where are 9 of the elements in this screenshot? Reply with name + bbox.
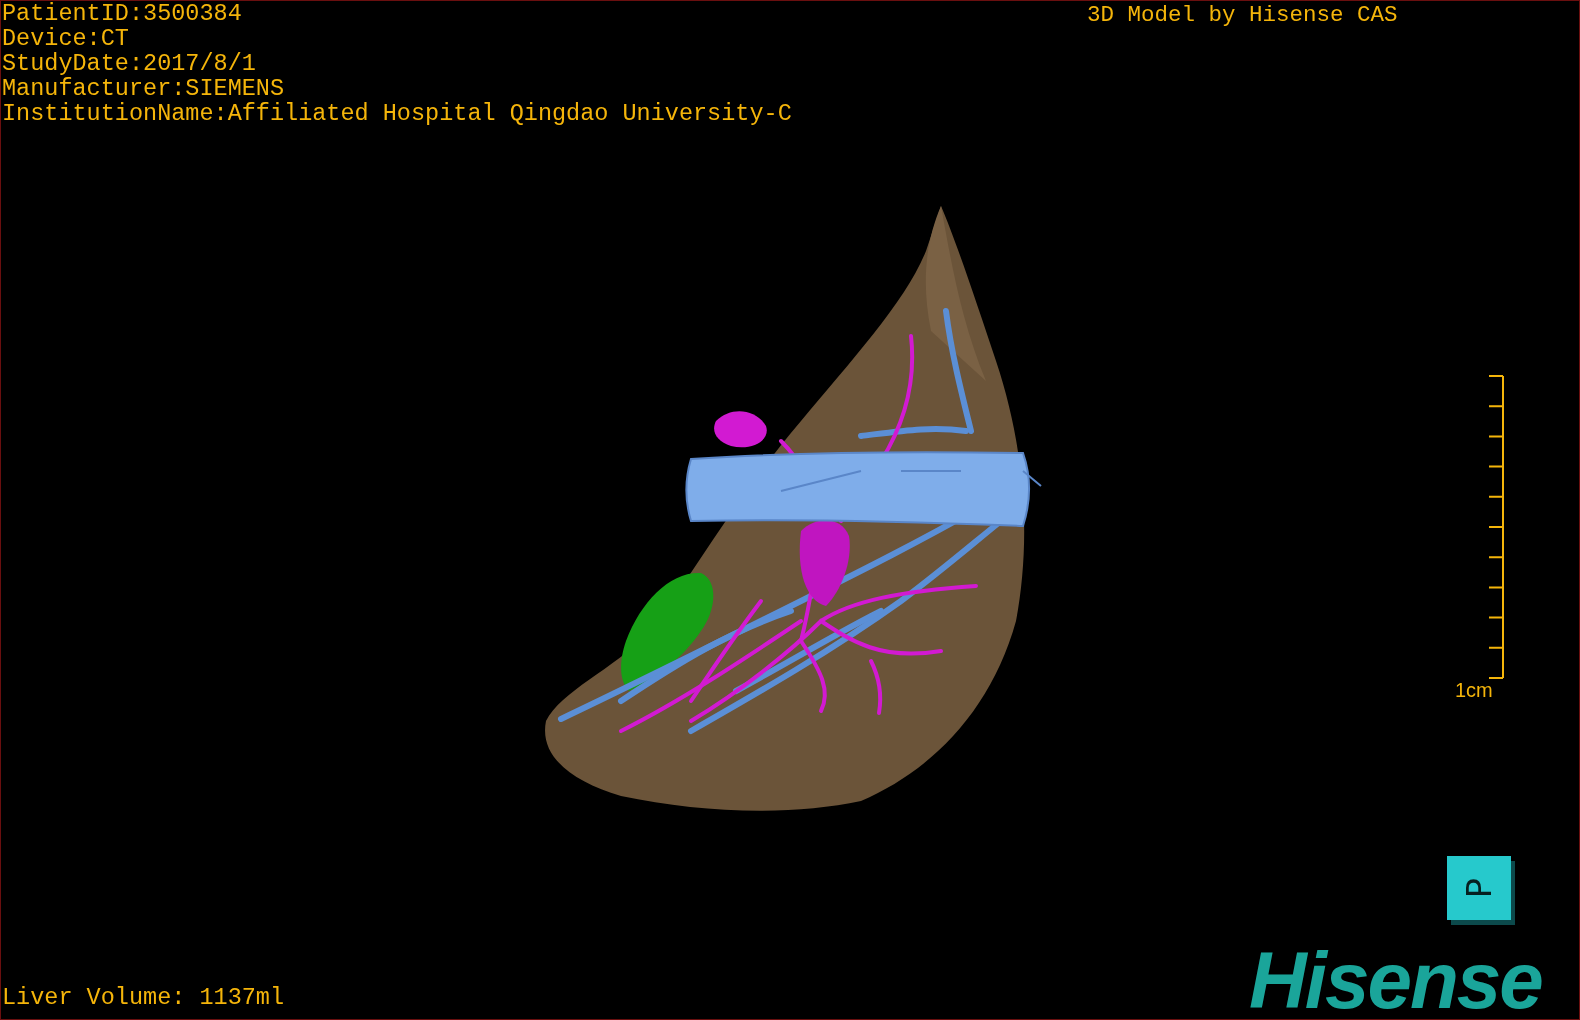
volume-text: Liver Volume: 1137ml bbox=[2, 985, 285, 1010]
brand-logo: Hisense bbox=[1249, 939, 1542, 1019]
study-info-text: PatientID:3500384 bbox=[2, 1, 242, 26]
scale-label: 1cm bbox=[1455, 679, 1493, 701]
study-info-text: Device:CT bbox=[2, 26, 129, 51]
study-info-text: StudyDate:2017/8/1 bbox=[2, 51, 256, 76]
credit-text: 3D Model by Hisense CAS bbox=[1087, 3, 1398, 28]
study-info-text: Manufacturer:SIEMENS bbox=[2, 76, 285, 101]
study-info-text: InstitutionName:Affiliated Hospital Qingdao University-C bbox=[2, 101, 792, 126]
